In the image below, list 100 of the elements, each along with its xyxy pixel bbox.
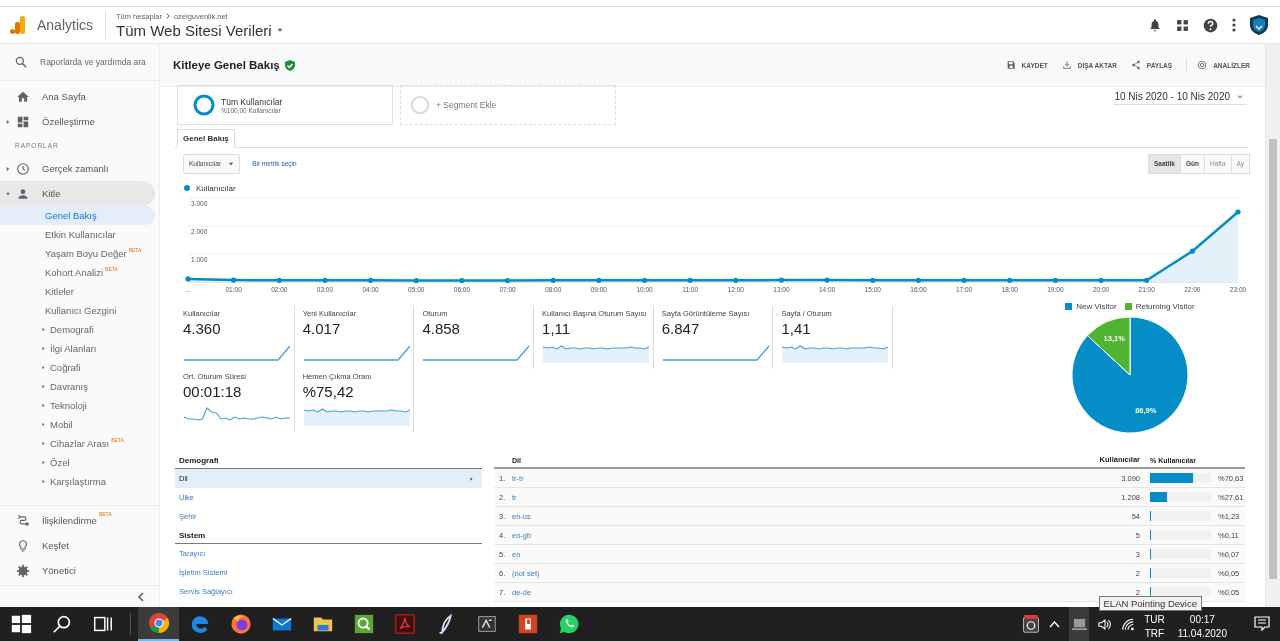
collapse-icon[interactable]	[137, 591, 145, 602]
nav-item[interactable]: İlişkilendirme $^{BETA}$	[0, 508, 155, 533]
data-point	[1235, 209, 1241, 215]
legend-dot-icon	[184, 185, 190, 191]
nav-subitem[interactable]: Demografi	[0, 320, 155, 339]
data-point	[459, 278, 465, 284]
scrollbar-thumb[interactable]	[1269, 139, 1277, 579]
caret-right-icon[interactable]	[41, 365, 46, 370]
data-point	[824, 277, 830, 283]
nav-subitem[interactable]: Kohort Analizi $^{BETA}$	[0, 263, 155, 282]
dashboard-icon	[16, 114, 30, 129]
keyboard-layout[interactable]: TRF	[1144, 627, 1165, 641]
caret-down-icon[interactable]	[5, 190, 11, 197]
caret-right-icon[interactable]	[5, 165, 11, 172]
add-segment-button[interactable]: + Segment Ekle	[400, 85, 616, 125]
caret-right-icon[interactable]	[41, 422, 46, 427]
nav-subitem[interactable]: Mobil	[0, 415, 155, 434]
nav-subitem[interactable]: Kitleler	[0, 282, 155, 301]
data-point	[276, 277, 282, 283]
data-point	[1098, 277, 1104, 283]
caret-right-icon[interactable]	[41, 327, 46, 332]
data-point	[870, 277, 876, 283]
avatar-icon[interactable]	[1250, 15, 1268, 35]
caret-right-icon[interactable]	[41, 441, 46, 446]
data-point	[733, 277, 739, 283]
laptop-icon[interactable]	[1071, 617, 1087, 631]
data-point	[1007, 277, 1013, 283]
nav-subitem[interactable]: Davranış	[0, 377, 155, 396]
presentation-icon	[516, 613, 539, 635]
data-point	[185, 276, 191, 282]
metric-value: 1,11	[542, 320, 572, 337]
nav-subitem[interactable]: Kullanıcı Gezgini	[0, 301, 155, 320]
wifi-icon[interactable]	[1121, 617, 1136, 631]
ring-icon	[410, 95, 430, 115]
nav-subitem[interactable]: İlgi Alanları	[0, 339, 155, 358]
date-range-picker[interactable]: 10 Nis 2020 - 10 Nis 2020	[1114, 91, 1247, 105]
caret-down-icon	[228, 160, 235, 167]
download-icon	[1061, 60, 1072, 70]
legend-square-icon	[1124, 302, 1132, 310]
metric-value: 4.017	[302, 320, 342, 337]
language-indicator[interactable]: TUR	[1144, 613, 1165, 627]
nav-item[interactable]: Keşfet	[0, 533, 155, 558]
nav-subitem[interactable]: Etkin Kullanıcılar	[0, 225, 155, 244]
caret-right-icon[interactable]	[41, 479, 46, 484]
nav-item[interactable]: Kitle	[0, 181, 155, 206]
camera-icon[interactable]	[1022, 614, 1041, 634]
notification-icon[interactable]	[1254, 616, 1270, 632]
nav-subitem[interactable]: Coğrafi	[0, 358, 155, 377]
scrollbar[interactable]	[1265, 44, 1280, 607]
data-point	[778, 277, 785, 283]
data-point	[1052, 277, 1058, 283]
nav-subitem[interactable]: Teknoloji	[0, 396, 155, 415]
caret-right-icon[interactable]	[41, 460, 46, 465]
data-point	[550, 277, 556, 283]
caret-right-icon[interactable]	[41, 403, 46, 408]
notification-bell-icon[interactable]	[1148, 17, 1162, 33]
bar-chart-logo-icon	[10, 16, 26, 34]
magnifier-tile-icon	[352, 613, 375, 635]
section-heading: Sistem	[175, 528, 482, 544]
lightbulb-icon	[16, 538, 30, 553]
metric-value: 4.360	[183, 320, 222, 337]
metric-value: 6.847	[661, 320, 701, 337]
caret-down-icon	[275, 26, 284, 34]
data-point	[231, 277, 237, 283]
metric-value: 1,41	[781, 320, 812, 337]
nav-subitem[interactable]: Karşılaştırma	[0, 472, 155, 491]
report-title: Kitleye Genel Bakış	[173, 59, 280, 71]
caret-right-icon[interactable]	[5, 118, 11, 125]
data-point	[504, 278, 511, 284]
clock-icon	[16, 161, 30, 176]
chat-bubble-icon	[557, 613, 580, 635]
clock-time[interactable]: 00:17	[1189, 613, 1215, 627]
nav-item[interactable]: Özelleştirme	[0, 109, 155, 134]
help-icon[interactable]	[1203, 17, 1218, 33]
nav-item[interactable]: Gerçek zamanlı	[0, 156, 155, 181]
chevron-up-icon[interactable]	[1049, 620, 1061, 628]
caret-right-icon[interactable]	[41, 384, 46, 389]
legend-label: Kullanıcılar	[196, 183, 236, 193]
nav-item[interactable]: Ana Sayfa	[0, 84, 155, 109]
search-field[interactable]: Raporlarda ve yardımda ara	[40, 57, 152, 67]
data-point	[1189, 248, 1195, 254]
clock-date[interactable]: 11.04.2020	[1177, 627, 1227, 641]
caret-right-icon[interactable]	[41, 346, 46, 351]
taskbar-button[interactable]	[138, 607, 179, 641]
legend-label: Returning Visitor	[1135, 301, 1195, 311]
nav-subitem[interactable]: Yaşam Boyu Değer $^{BETA}$	[0, 244, 155, 263]
property-selector[interactable]: Tüm Web Sitesi Verileri	[116, 21, 284, 39]
apps-grid-icon[interactable]	[1176, 18, 1189, 32]
more-options-icon[interactable]	[1232, 18, 1236, 32]
settings-icon	[16, 563, 30, 578]
data-point	[641, 277, 648, 283]
nav-subitem[interactable]: Özel	[0, 453, 155, 472]
nav-subitem[interactable]: Genel Bakış	[0, 206, 155, 225]
metric-value: 00:01:18	[183, 383, 243, 400]
nav-item[interactable]: Yönetici	[0, 558, 155, 583]
nav-subitem[interactable]: Cihazlar Arası $^{BETA}$	[0, 434, 155, 453]
verified-shield-icon	[284, 59, 295, 71]
speaker-icon[interactable]	[1098, 617, 1113, 631]
data-point	[687, 277, 693, 283]
tab[interactable]: Genel Bakış	[177, 129, 235, 148]
